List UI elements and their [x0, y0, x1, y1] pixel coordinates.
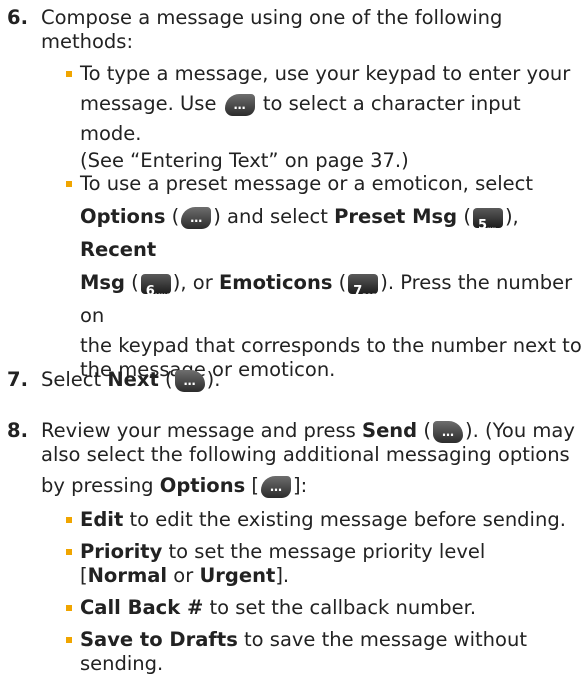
next-softkey-icon: … — [174, 370, 205, 392]
term-msg: Msg — [80, 271, 125, 294]
key-glyph: … — [233, 98, 246, 112]
term-emoticons: Emoticons — [218, 271, 333, 294]
key-letters: JKL — [486, 227, 498, 234]
text-span: ). — [206, 368, 221, 391]
text-span: ( — [124, 271, 139, 294]
step-line: also select the following additional mes… — [41, 443, 570, 466]
key-number: 7 — [353, 284, 363, 299]
bullet-text: Priority to set the message priority lev… — [80, 540, 583, 588]
options-softkey-icon: … — [261, 476, 292, 498]
bullet-text: Call Back # to set the callback number. — [80, 596, 583, 620]
step-text: Review your message and press Send ( … ). … — [41, 419, 579, 498]
text-span: to set the message priority level — [162, 540, 486, 563]
bullet-line: Msg (6 MNO), or Emoticons (7 PQRS). Press … — [80, 266, 583, 332]
text-span: Review your message and press — [41, 419, 363, 442]
text-span: ]. — [275, 564, 290, 587]
bullet-marker — [66, 517, 72, 523]
term-priority: Priority — [80, 540, 163, 563]
text-span: ), — [504, 205, 519, 228]
term-preset-msg: Preset Msg — [334, 205, 458, 228]
step-line: methods: — [41, 30, 134, 53]
text-span: ( — [158, 368, 173, 391]
key-7-icon: 7 PQRS — [348, 274, 381, 300]
term-next: Next — [107, 368, 159, 391]
text-span: to set the callback number. — [203, 596, 477, 619]
bullet-line: To use a preset message or a emoticon, s… — [80, 172, 534, 195]
menu-softkey-icon: … — [224, 94, 255, 116]
key-6-icon: 6 MNO — [140, 274, 171, 300]
key-number: 6 — [145, 284, 155, 299]
key-glyph: … — [190, 211, 203, 225]
term-edit: Edit — [80, 508, 124, 531]
term-normal: Normal — [87, 564, 168, 587]
step-number: 8. — [7, 419, 28, 442]
bullet-line: To type a message, use your keypad to en… — [80, 62, 571, 85]
send-softkey-icon: … — [432, 421, 463, 443]
text-span: to edit the existing message before send… — [123, 508, 566, 531]
key-number: 5 — [477, 218, 487, 233]
step-line: Compose a message using one of the follo… — [41, 6, 503, 29]
term-options: Options — [80, 205, 166, 228]
step-line: Review your message and press Send ( … ). … — [41, 419, 579, 443]
key-glyph: … — [270, 480, 283, 494]
bullet-marker — [66, 605, 72, 611]
step-number: 7. — [7, 368, 28, 391]
key-glyph: … — [183, 374, 196, 388]
bullet-line: Priority to set the message priority lev… — [80, 540, 583, 564]
bullet-marker — [66, 181, 72, 187]
step-number: 6. — [7, 6, 28, 29]
text-span: ( — [332, 271, 347, 294]
text-span: ), or — [172, 271, 219, 294]
term-call-back: Call Back # — [80, 596, 204, 619]
term-save-to-drafts: Save to Drafts — [80, 628, 238, 651]
bullet-marker — [66, 637, 72, 643]
key-glyph: … — [441, 425, 454, 439]
key-letters: PQRS — [362, 293, 381, 300]
step-line: by pressing Options [ …]: — [41, 474, 579, 498]
step-text: Compose a message using one of the follo… — [41, 6, 579, 54]
text-span: by pressing — [41, 474, 160, 497]
text-span: ( — [417, 419, 431, 442]
bullet-line: message. Use … to select a character inp… — [80, 89, 583, 149]
bullet-line: the keypad that corresponds to the numbe… — [80, 334, 582, 357]
bullet-marker — [66, 549, 72, 555]
term-urgent: Urgent — [199, 564, 276, 587]
text-span: ]: — [293, 474, 308, 497]
text-span: ) and select — [213, 205, 335, 228]
text-span: ( — [165, 205, 180, 228]
text-span: Select — [41, 368, 108, 391]
text-span: ( — [457, 205, 471, 228]
text-span: message. Use — [80, 92, 217, 115]
bullet-text: Edit to edit the existing message before… — [80, 508, 583, 532]
bullet-line: [Normal or Urgent]. — [80, 564, 583, 588]
text-span: ). (You may — [464, 419, 575, 442]
text-span: [ — [245, 474, 260, 497]
term-send: Send — [362, 419, 418, 442]
bullet-text: To type a message, use your keypad to en… — [80, 59, 583, 173]
text-span: or — [167, 564, 200, 587]
manual-page: 6. Compose a message using one of the fo… — [0, 0, 585, 675]
term-options: Options — [159, 474, 246, 497]
term-recent: Recent — [80, 238, 157, 261]
bullet-text: Save to Drafts to save the message witho… — [80, 628, 583, 676]
bullet-text: To use a preset message or a emoticon, s… — [80, 167, 583, 382]
step-text: Select Next ( …). — [41, 368, 579, 392]
options-softkey-icon: … — [181, 207, 212, 229]
key-letters: MNO — [154, 293, 171, 300]
bullet-line: Options ( … ) and select Preset Msg (5 JKL)… — [80, 200, 583, 266]
key-5-icon: 5 JKL — [472, 208, 503, 234]
text-span: [ — [80, 564, 88, 587]
bullet-marker — [66, 71, 72, 77]
